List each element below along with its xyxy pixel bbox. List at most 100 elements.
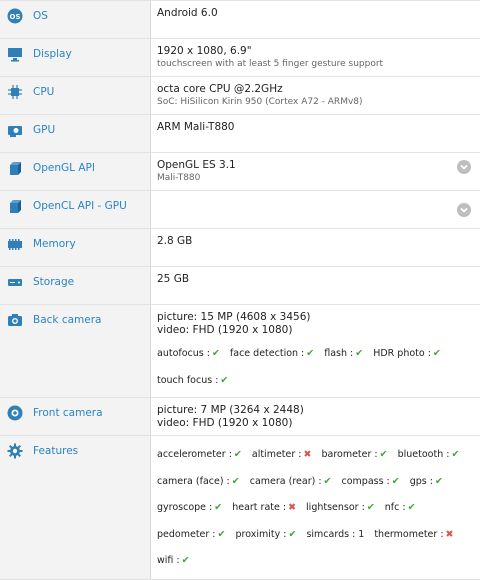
row-back-camera: Back camera picture: 15 MP (4608 x 3456)…: [0, 305, 480, 398]
feature-item: pedometer : ✔: [157, 522, 225, 549]
display-label: Display: [33, 48, 72, 60]
spec-table: OS OS Android 6.0 Display 1920 x 1080, 6…: [0, 0, 480, 580]
label-cell: Features: [0, 436, 151, 579]
feature-item: proximity : ✔: [235, 522, 296, 549]
back-camera-label: Back camera: [33, 314, 102, 326]
feature-name: flash :: [324, 348, 354, 359]
row-cpu: CPU octa core CPU @2.2GHz SoC: HiSilicon…: [0, 77, 480, 115]
check-icon: ✔: [323, 475, 332, 487]
value-cell: ARM Mali-T880: [151, 115, 480, 152]
value-cell: picture: 7 MP (3264 x 2448) video: FHD (…: [151, 398, 480, 435]
check-icon: ✔: [220, 375, 229, 386]
camera-icon: [7, 312, 23, 328]
feature-name: bluetooth :: [397, 449, 450, 460]
value-cell: OpenGL ES 3.1 Mali-T880: [151, 153, 480, 190]
memory-value: 2.8 GB: [157, 235, 193, 247]
feature-name: compass :: [341, 475, 390, 487]
feature-name: lightsensor :: [306, 502, 365, 513]
label-cell: OS OS: [0, 1, 151, 38]
storage-label: Storage: [33, 276, 75, 288]
feature-item: altimeter : ✖: [252, 442, 312, 469]
feature-name: autofocus :: [157, 348, 210, 359]
feature-name: simcards : 1: [306, 528, 365, 540]
label-cell: Front camera: [0, 398, 151, 435]
feature-name: pedometer :: [157, 528, 216, 540]
display-detail: touchscreen with at least 5 finger gestu…: [157, 59, 384, 69]
display-value: 1920 x 1080, 6.9": [157, 45, 252, 57]
feature-item: nfc : ✔: [385, 495, 416, 522]
cpu-label: CPU: [33, 86, 55, 98]
row-front-camera: Front camera picture: 7 MP (3264 x 2448)…: [0, 398, 480, 436]
cross-icon: ✖: [288, 502, 297, 513]
check-icon: ✔: [233, 449, 242, 460]
front-camera-video: video: FHD (1920 x 1080): [157, 417, 293, 429]
label-cell: Memory: [0, 229, 151, 266]
row-display: Display 1920 x 1080, 6.9" touchscreen wi…: [0, 39, 480, 77]
feature-name: wifi :: [157, 555, 180, 566]
cpu-value: octa core CPU @2.2GHz: [157, 83, 283, 95]
feature-name: heart rate :: [232, 502, 287, 513]
opengl-value: OpenGL ES 3.1: [157, 159, 236, 171]
opencl-label: OpenCL API - GPU: [33, 200, 127, 212]
feature-item: gps : ✔: [410, 469, 443, 496]
back-camera-features: autofocus : ✔ face detection : ✔ flash : ✔ HDR…: [157, 340, 480, 394]
os-label: OS: [33, 10, 48, 22]
feature-name: altimeter :: [251, 449, 302, 460]
check-icon: ✔: [355, 348, 364, 359]
check-icon: ✔: [288, 528, 297, 540]
row-memory: Memory 2.8 GB: [0, 229, 480, 267]
storage-icon: [7, 274, 23, 290]
row-storage: Storage 25 GB: [0, 267, 480, 305]
feature-item: gyroscope : ✔: [157, 495, 222, 522]
cube-icon: [7, 160, 23, 176]
feature-item: camera (face) : ✔: [157, 469, 240, 496]
feature-name: nfc :: [384, 502, 406, 513]
feature-name: face detection :: [229, 348, 305, 359]
front-camera-label: Front camera: [33, 407, 103, 419]
check-icon: ✔: [231, 475, 240, 487]
feature-item: barometer : ✔: [321, 442, 387, 469]
feature-item: bluetooth : ✔: [398, 442, 460, 469]
feature-name: thermometer :: [374, 528, 444, 540]
features-list: accelerometer : ✔ altimeter : ✖ barometer : ✔…: [157, 442, 480, 575]
row-features: Features accelerometer : ✔ altimeter : ✖ bar…: [0, 436, 480, 580]
value-cell: octa core CPU @2.2GHz SoC: HiSilicon Kir…: [151, 77, 480, 114]
feature-name: touch focus :: [157, 375, 219, 386]
check-icon: ✔: [217, 528, 226, 540]
label-cell: OpenGL API: [0, 153, 151, 190]
feature-item: touch focus : ✔: [157, 367, 228, 394]
opengl-label: OpenGL API: [33, 162, 95, 174]
label-cell: Back camera: [0, 305, 151, 397]
cross-icon: ✖: [445, 528, 454, 540]
back-camera-video: video: FHD (1920 x 1080): [157, 324, 293, 336]
value-cell: [151, 191, 480, 228]
chip-icon: [7, 84, 23, 100]
feature-item: compass : ✔: [342, 469, 400, 496]
label-cell: GPU: [0, 115, 151, 152]
os-icon: OS: [7, 8, 23, 24]
row-gpu: GPU ARM Mali-T880: [0, 115, 480, 153]
label-cell: Storage: [0, 267, 151, 304]
value-cell: Android 6.0: [151, 1, 480, 38]
check-icon: ✔: [407, 502, 416, 513]
os-value: Android 6.0: [157, 7, 218, 19]
check-icon: ✔: [379, 449, 388, 460]
feature-name: proximity :: [235, 528, 287, 540]
chevron-down-icon[interactable]: [457, 160, 471, 174]
check-icon: ✔: [451, 449, 460, 460]
check-icon: ✔: [211, 348, 220, 359]
feature-item: face detection : ✔: [230, 340, 314, 367]
check-icon: ✔: [366, 502, 375, 513]
feature-item: camera (rear) : ✔: [250, 469, 332, 496]
row-opengl[interactable]: OpenGL API OpenGL ES 3.1 Mali-T880: [0, 153, 480, 191]
check-icon: ✔: [432, 348, 441, 359]
value-cell: accelerometer : ✔ altimeter : ✖ barometer : ✔…: [151, 436, 480, 579]
row-opencl[interactable]: OpenCL API - GPU: [0, 191, 480, 229]
chevron-down-icon[interactable]: [457, 203, 471, 217]
feature-item: HDR photo : ✔: [373, 340, 441, 367]
cube-icon: [7, 198, 23, 214]
cpu-detail: SoC: HiSilicon Kirin 950 (Cortex A72 - A…: [157, 97, 363, 107]
check-icon: ✔: [434, 475, 443, 487]
svg-text:OS: OS: [10, 13, 21, 21]
feature-item: lightsensor : ✔: [306, 495, 375, 522]
